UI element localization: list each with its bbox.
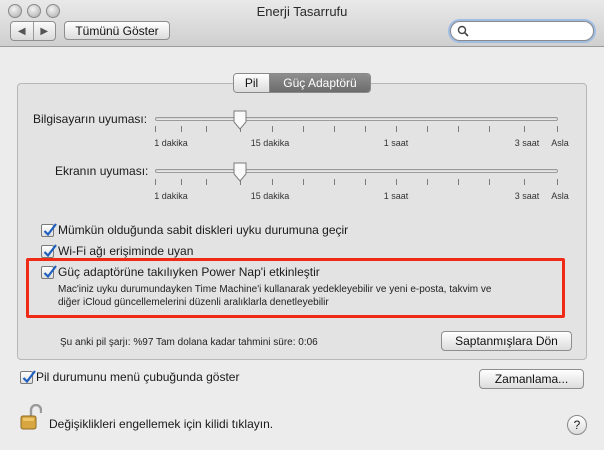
tick-label: 15 dakika [250, 191, 290, 201]
battery-charge-status: Şu anki pil şarjı: %97 Tam dolana kadar … [60, 337, 318, 348]
tick-label: 3 saat [514, 191, 540, 201]
wake-wifi-label: Wi-Fi ağı erişiminde uyan [58, 244, 194, 258]
back-icon[interactable]: ◀ [11, 22, 34, 40]
computer-sleep-knob[interactable] [232, 110, 248, 130]
display-sleep-slider[interactable] [155, 169, 558, 173]
forward-icon[interactable]: ▶ [34, 22, 56, 40]
tick-label: 1 saat [383, 191, 409, 201]
nav-back-forward: ◀ ▶ [10, 21, 56, 41]
checkmark-icon [43, 265, 57, 279]
tick-label: Asla [551, 138, 569, 148]
checkmark-icon [43, 223, 57, 237]
power-nap-description-line2: diğer iCloud güncellemelerini düzenli ar… [58, 297, 329, 308]
search-input[interactable] [450, 21, 594, 41]
tick-label: Asla [551, 191, 569, 201]
power-nap-description-line1: Mac'iniz uyku durumundayken Time Machine… [58, 284, 492, 295]
show-all-button[interactable]: Tümünü Göster [64, 21, 170, 40]
tab-guc-adaptoru[interactable]: Güç Adaptörü [270, 74, 370, 92]
unlocked-lock-icon[interactable] [20, 404, 42, 432]
computer-sleep-label: Bilgisayarın uyuması: [33, 112, 148, 126]
computer-sleep-slider[interactable] [155, 117, 558, 121]
tick-label: 15 dakika [250, 138, 290, 148]
tick-label: 1 saat [383, 138, 409, 148]
checkmark-icon [22, 370, 36, 384]
schedule-button[interactable]: Zamanlama... [479, 369, 584, 389]
restore-defaults-button[interactable]: Saptanmışlara Dön [441, 331, 572, 351]
display-sleep-label: Ekranın uyuması: [55, 164, 149, 178]
segmented-tabs: Pil Güç Adaptörü [233, 73, 371, 93]
lock-instruction-text: Değişiklikleri engellemek için kilidi tı… [49, 417, 274, 431]
wake-wifi-checkbox[interactable] [41, 244, 57, 258]
show-battery-menubar-checkbox[interactable] [20, 370, 36, 384]
checkmark-icon [43, 244, 57, 258]
tick-label: 1 dakika [154, 191, 188, 201]
display-sleep-knob[interactable] [232, 162, 248, 182]
hard-disk-sleep-checkbox[interactable] [41, 223, 57, 237]
tab-pil[interactable]: Pil [234, 74, 270, 92]
search-icon [457, 25, 469, 37]
help-button[interactable]: ? [567, 415, 587, 435]
hard-disk-sleep-label: Mümkün olduğunda sabit diskleri uyku dur… [58, 223, 349, 237]
power-nap-label: Güç adaptörüne takılıyken Power Nap'i et… [58, 265, 320, 279]
power-nap-checkbox[interactable] [41, 265, 57, 279]
window-title: Enerji Tasarrufu [256, 4, 348, 19]
tick-label: 3 saat [514, 138, 540, 148]
show-battery-menubar-label: Pil durumunu menü çubuğunda göster [36, 370, 240, 384]
window-titlebar: Enerji Tasarrufu ◀ ▶ Tümünü Göster [0, 0, 604, 47]
tick-label: 1 dakika [154, 138, 188, 148]
